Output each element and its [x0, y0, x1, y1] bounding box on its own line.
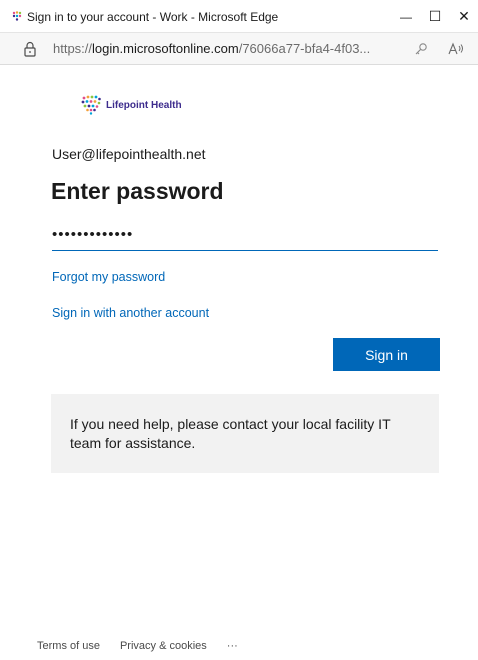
close-button[interactable]: ✕ — [446, 0, 478, 33]
window-title: Sign in to your account - Work - Microso… — [27, 10, 279, 24]
window-titlebar: Sign in to your account - Work - Microso… — [0, 0, 478, 33]
read-aloud-icon[interactable] — [447, 40, 465, 58]
more-options-icon[interactable]: ··· — [227, 640, 238, 652]
help-text: If you need help, please contact your lo… — [70, 416, 391, 451]
logo-text: Lifepoint Health — [106, 99, 182, 111]
lifepoint-logo-icon — [81, 95, 101, 115]
password-input[interactable]: ••••••••••••• — [52, 222, 438, 251]
url-prefix: https:// — [53, 41, 93, 56]
sign-in-button[interactable]: Sign in — [333, 338, 440, 371]
terms-of-use-link[interactable]: Terms of use — [37, 640, 100, 652]
forgot-password-link[interactable]: Forgot my password — [52, 270, 165, 284]
footer: Terms of use Privacy & cookies ··· — [37, 640, 238, 652]
url-text[interactable]: https://login.microsoftonline.com/76066a… — [53, 41, 403, 56]
user-identity: User@lifepointhealth.net — [52, 146, 206, 162]
address-bar[interactable]: https://login.microsoftonline.com/76066a… — [0, 33, 478, 65]
key-icon[interactable] — [412, 40, 430, 58]
close-icon: ✕ — [458, 8, 470, 24]
page-title: Enter password — [51, 178, 224, 204]
company-logo: Lifepoint Health — [80, 94, 182, 116]
minimize-icon: — — [400, 9, 412, 24]
lock-icon[interactable] — [23, 41, 37, 57]
lifepoint-favicon-icon — [12, 11, 22, 21]
url-path: /76066a77-bfa4-4f03... — [238, 41, 371, 56]
url-host: login.microsoftonline.com — [92, 41, 239, 56]
help-box: If you need help, please contact your lo… — [51, 394, 439, 473]
another-account-link[interactable]: Sign in with another account — [52, 306, 209, 320]
maximize-icon: ☐ — [428, 8, 442, 24]
privacy-cookies-link[interactable]: Privacy & cookies — [120, 640, 207, 652]
